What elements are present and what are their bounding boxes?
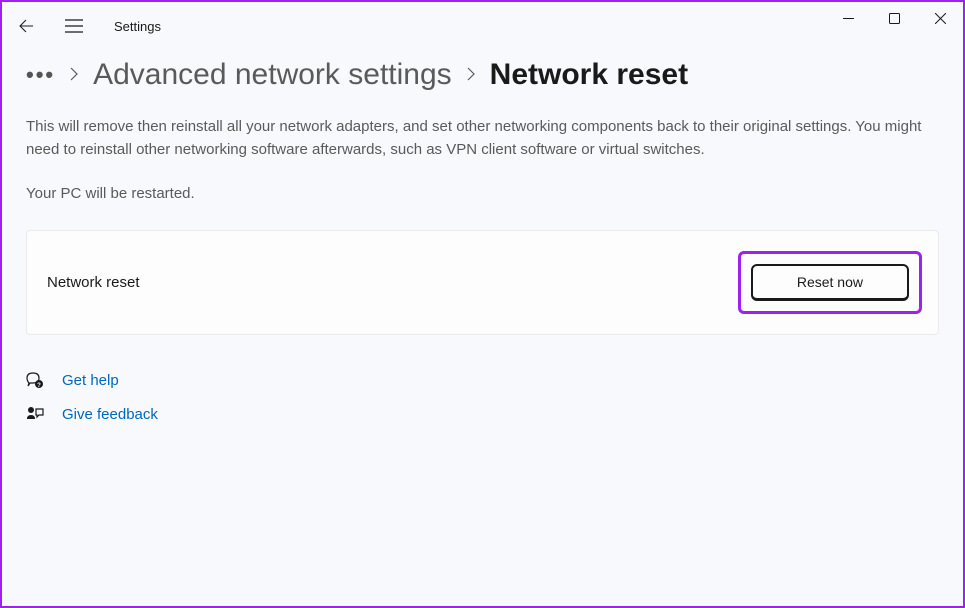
content-area: ••• Advanced network settings Network re… — [2, 50, 963, 423]
minimize-button[interactable] — [825, 2, 871, 34]
svg-text:?: ? — [37, 383, 41, 389]
maximize-button[interactable] — [871, 2, 917, 34]
restart-note: Your PC will be restarted. — [26, 185, 939, 202]
window-controls — [825, 2, 963, 34]
maximize-icon — [889, 13, 900, 24]
chevron-right-icon — [69, 67, 79, 84]
breadcrumb-parent-link[interactable]: Advanced network settings — [93, 58, 452, 92]
app-title: Settings — [114, 19, 161, 34]
help-link-label: Get help — [62, 372, 119, 389]
minimize-icon — [843, 13, 854, 24]
network-reset-card: Network reset Reset now — [26, 230, 939, 335]
close-icon — [935, 13, 946, 24]
titlebar-left: Settings — [10, 10, 161, 42]
get-help-link[interactable]: ? Get help — [26, 371, 939, 389]
feedback-link-label: Give feedback — [62, 406, 158, 423]
highlight-annotation: Reset now — [738, 251, 922, 314]
help-links: ? Get help Give feedback — [26, 371, 939, 423]
feedback-icon — [26, 405, 44, 423]
breadcrumb-overflow-button[interactable]: ••• — [26, 62, 55, 88]
help-icon: ? — [26, 371, 44, 389]
setting-label: Network reset — [47, 274, 140, 291]
close-button[interactable] — [917, 2, 963, 34]
chevron-right-icon — [466, 67, 476, 84]
back-button[interactable] — [10, 10, 42, 42]
titlebar: Settings — [2, 2, 963, 50]
hamburger-menu-button[interactable] — [58, 10, 90, 42]
page-description: This will remove then reinstall all your… — [26, 116, 926, 161]
give-feedback-link[interactable]: Give feedback — [26, 405, 939, 423]
back-arrow-icon — [18, 18, 34, 34]
breadcrumb-current: Network reset — [490, 58, 688, 92]
breadcrumb: ••• Advanced network settings Network re… — [26, 58, 939, 92]
reset-now-button[interactable]: Reset now — [751, 264, 909, 301]
hamburger-icon — [65, 19, 83, 33]
